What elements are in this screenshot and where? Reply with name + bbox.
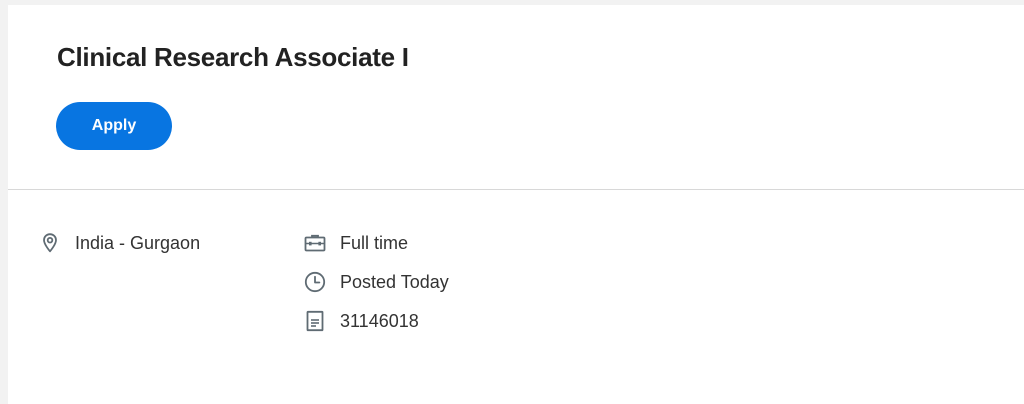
job-posted-date: Posted Today	[303, 269, 449, 295]
apply-button[interactable]: Apply	[56, 102, 172, 150]
briefcase-icon	[303, 231, 327, 255]
time-type-text: Full time	[340, 232, 409, 253]
job-time-type: Full time	[303, 230, 408, 256]
job-requisition-id: 31146018	[303, 308, 419, 334]
location-text: India - Gurgaon	[75, 232, 201, 253]
job-location: India - Gurgaon	[38, 230, 200, 256]
posted-text: Posted Today	[340, 271, 449, 292]
requisition-id-text: 31146018	[340, 310, 419, 331]
job-details: India - Gurgaon Full time Posted Today 3…	[8, 190, 1024, 404]
job-posting-page: Clinical Research Associate I Apply Indi…	[8, 5, 1024, 404]
location-pin-icon	[38, 231, 62, 255]
job-title: Clinical Research Associate I	[57, 42, 409, 72]
document-icon	[303, 309, 327, 333]
clock-icon	[303, 270, 327, 294]
job-header: Clinical Research Associate I Apply	[8, 5, 1024, 190]
